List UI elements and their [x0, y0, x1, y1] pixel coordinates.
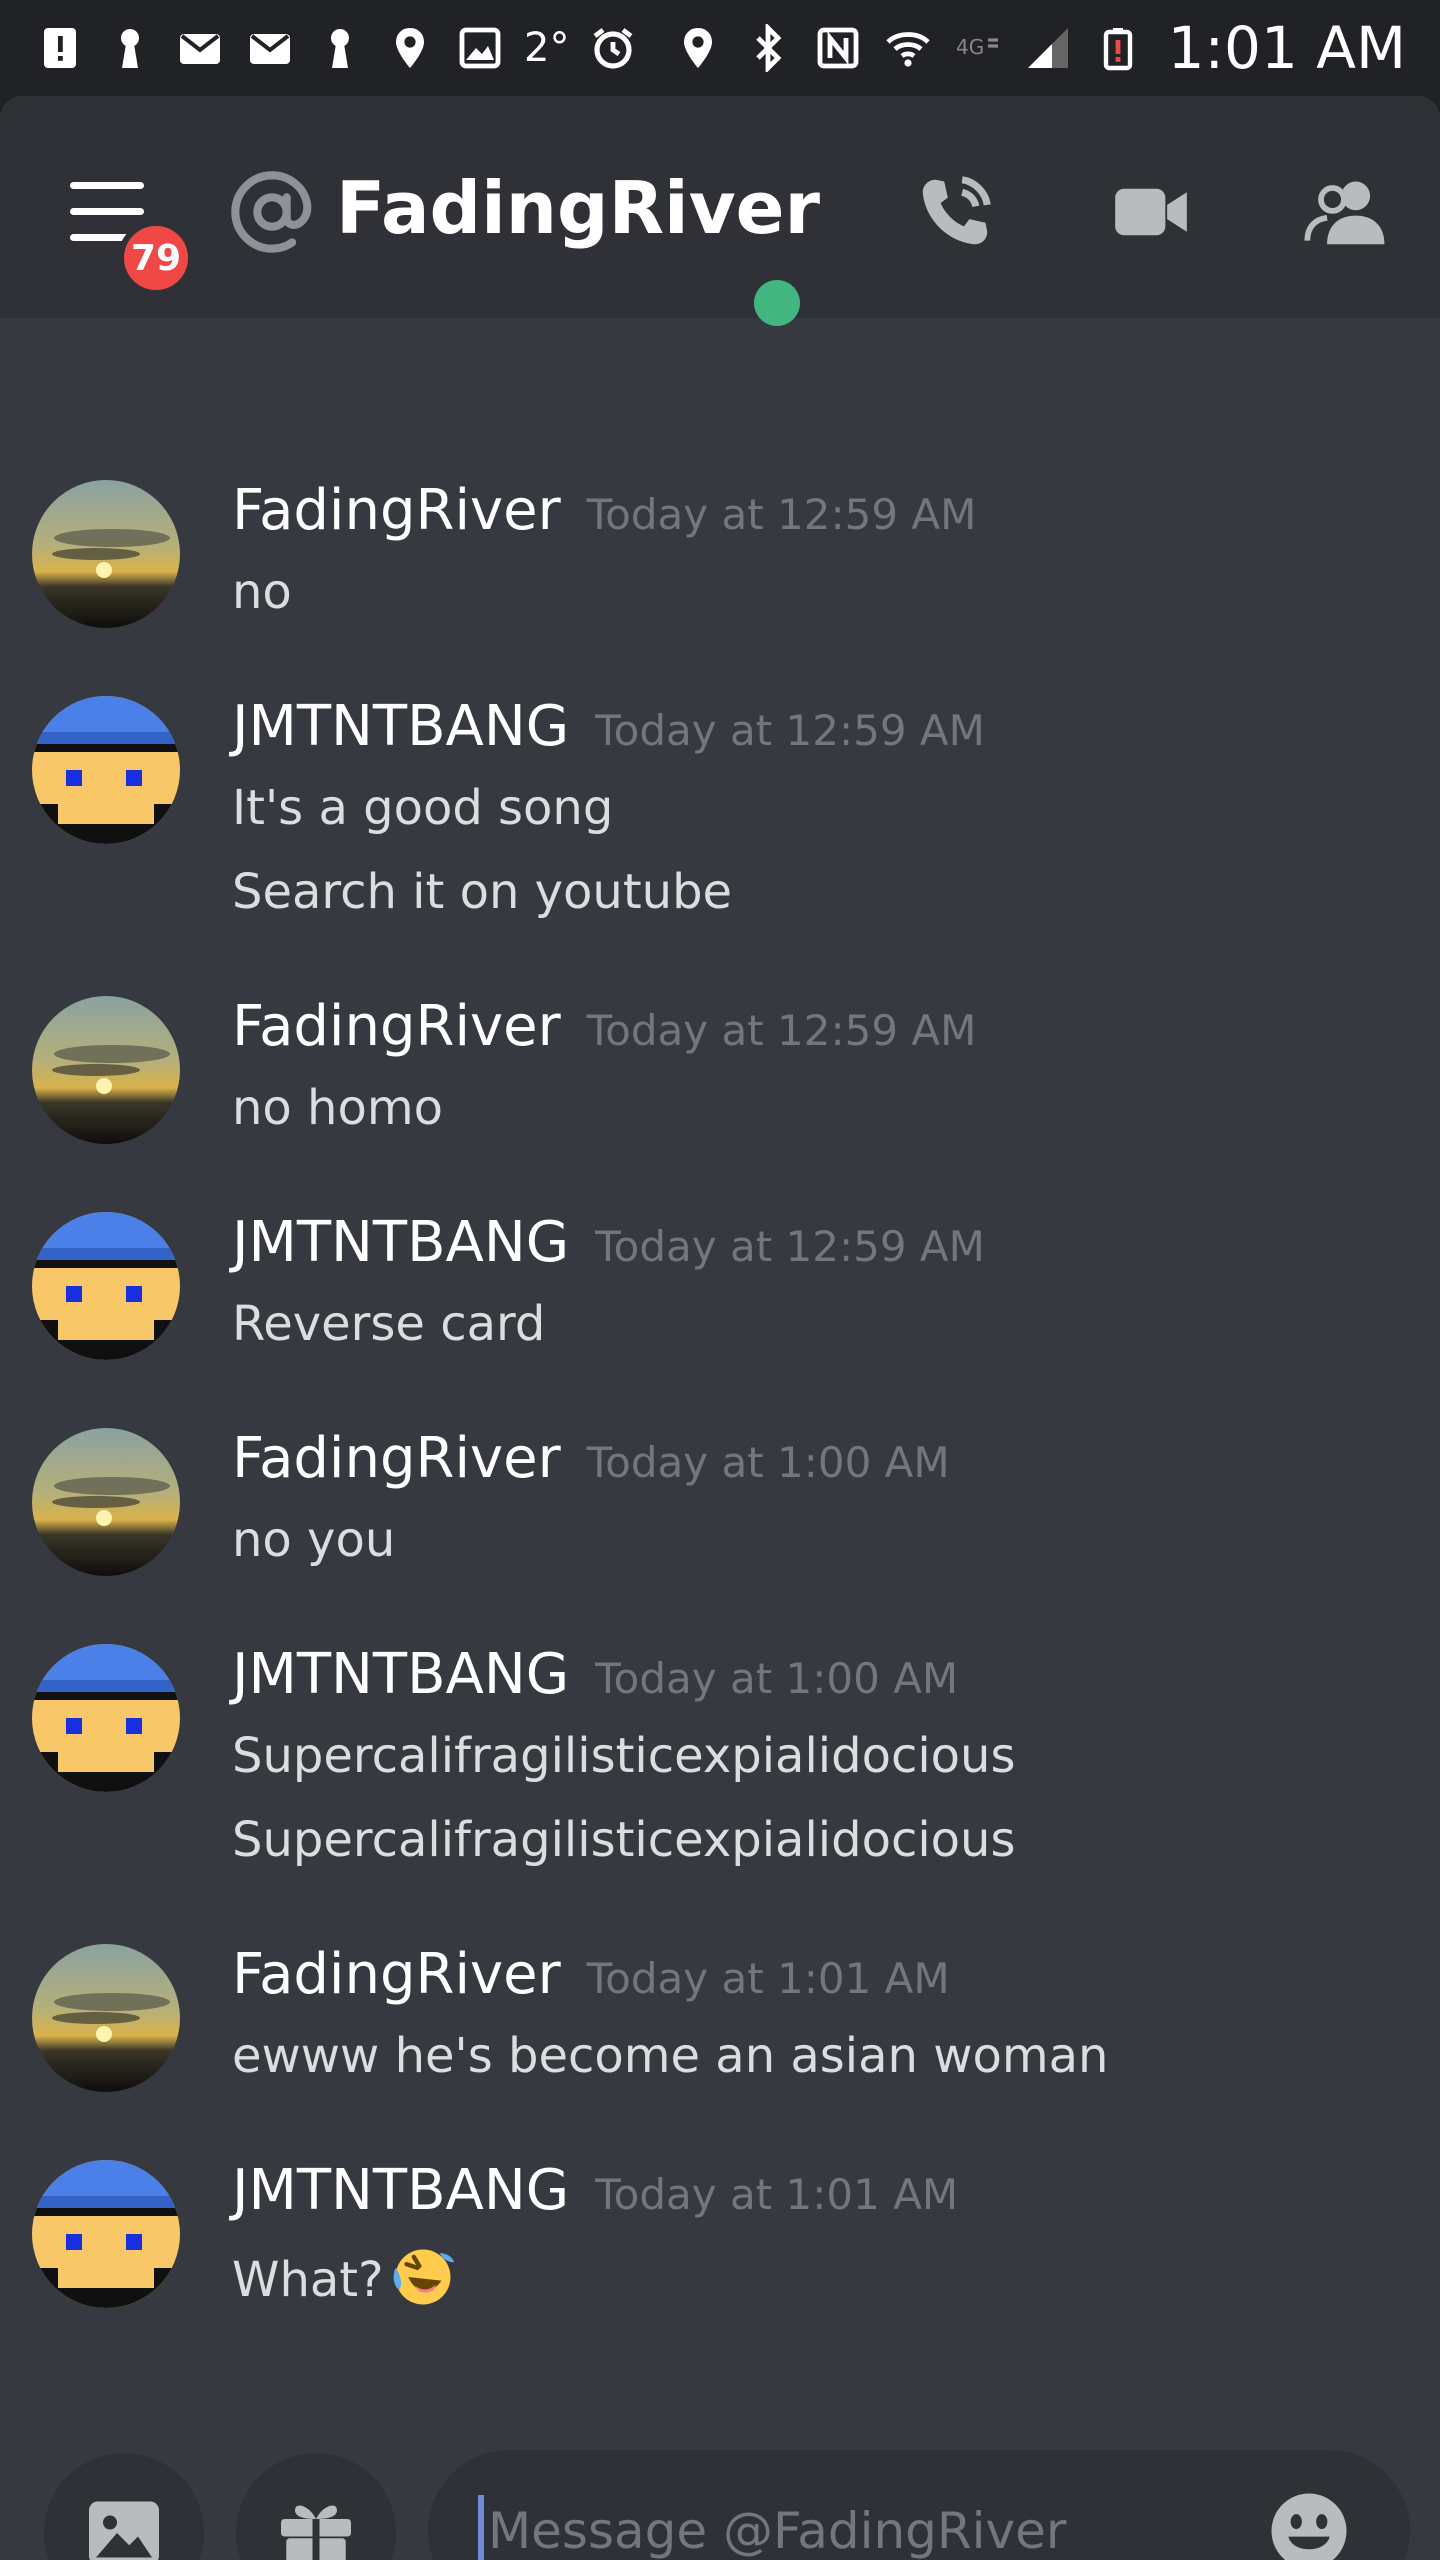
message-author[interactable]: JMTNTBANG Today at 1:01 AM: [232, 2158, 958, 2223]
message-text: ewww he's become an asian woman: [232, 2028, 1109, 2084]
gift-button[interactable]: [236, 2453, 396, 2560]
message-text: Search it on youtube: [232, 864, 733, 920]
avatar[interactable]: [32, 996, 180, 1144]
emoji-picker-button[interactable]: [1264, 2486, 1354, 2560]
message-timestamp: Today at 12:59 AM: [586, 490, 977, 539]
alarm-clock-icon: [587, 22, 639, 74]
message-text: no you: [232, 1512, 396, 1568]
keyhole-icon: [104, 22, 156, 74]
location-icon: [384, 22, 436, 74]
message-text: Supercalifragilisticexpialidocious: [232, 1728, 1016, 1784]
svg-text:4G: 4G: [956, 35, 984, 59]
unread-badge: 79: [118, 220, 194, 296]
pixel-face-avatar-image: [32, 1212, 180, 1360]
message-author[interactable]: FadingRiver Today at 12:59 AM: [232, 994, 976, 1059]
image-icon: [89, 2501, 159, 2560]
message-author[interactable]: FadingRiver Today at 12:59 AM: [232, 478, 976, 543]
message-timestamp: Today at 1:00 AM: [595, 1654, 959, 1703]
voice-call-button[interactable]: [900, 162, 1010, 262]
message-composer: Message @FadingRiver: [0, 2378, 1440, 2560]
4g-lte-icon: 4G: [952, 22, 1004, 74]
avatar[interactable]: [32, 1644, 180, 1792]
pixel-face-avatar-image: [32, 1644, 180, 1792]
avatar[interactable]: [32, 2160, 180, 2308]
text-caret: [478, 2495, 484, 2560]
mail-icon: [174, 22, 226, 74]
sunset-avatar-image: [32, 1428, 180, 1576]
avatar[interactable]: [32, 1944, 180, 2092]
gift-icon: [281, 2505, 351, 2560]
message-timestamp: Today at 1:01 AM: [586, 1954, 950, 2003]
author-name[interactable]: JMTNTBANG: [232, 694, 569, 759]
mail-icon: [244, 22, 296, 74]
message-author[interactable]: JMTNTBANG Today at 12:59 AM: [232, 694, 985, 759]
avatar[interactable]: [32, 696, 180, 844]
message-list[interactable]: FadingRiver Today at 12:59 AM no JMTNTBAN…: [0, 318, 1440, 2378]
avatar[interactable]: [32, 480, 180, 628]
emoji-icon: [1271, 2493, 1347, 2560]
bluetooth-icon: [742, 22, 794, 74]
message-text: no: [232, 564, 292, 620]
attach-image-button[interactable]: [44, 2453, 204, 2560]
message-timestamp: Today at 1:00 AM: [586, 1438, 950, 1487]
alert-icon: [34, 22, 86, 74]
wifi-icon: [882, 22, 934, 74]
signal-icon: [1022, 22, 1074, 74]
clock: 1:01 AM: [1167, 14, 1406, 82]
message-timestamp: Today at 12:59 AM: [595, 1222, 985, 1271]
image-icon: [454, 22, 506, 74]
message-text: Supercalifragilisticexpialidocious: [232, 1812, 1016, 1868]
message-timestamp: Today at 1:01 AM: [595, 2170, 959, 2219]
status-bar: 2° 4G 1:01 AM: [0, 0, 1440, 96]
pixel-face-avatar-image: [32, 696, 180, 844]
author-name[interactable]: JMTNTBANG: [232, 2158, 569, 2223]
message-input-placeholder: Message @FadingRiver: [488, 2502, 1067, 2560]
message-text: no homo: [232, 1080, 443, 1136]
menu-line: [70, 208, 144, 215]
avatar[interactable]: [32, 1428, 180, 1576]
author-name[interactable]: FadingRiver: [232, 1426, 561, 1491]
sunset-avatar-image: [32, 480, 180, 628]
message-input[interactable]: Message @FadingRiver: [428, 2450, 1410, 2560]
message-text-content: What?: [232, 2252, 384, 2308]
battery-low-icon: [1092, 22, 1144, 74]
pixel-face-avatar-image: [32, 2160, 180, 2308]
page-title: FadingRiver: [336, 166, 820, 250]
dm-screen: 79 FadingRiver FadingRiver Today at 12:59…: [0, 96, 1440, 2560]
message-text: Reverse card: [232, 1296, 546, 1352]
sunset-avatar-image: [32, 996, 180, 1144]
author-name[interactable]: FadingRiver: [232, 478, 561, 543]
sunset-avatar-image: [32, 1944, 180, 2092]
message-author[interactable]: FadingRiver Today at 1:00 AM: [232, 1426, 950, 1491]
message-author[interactable]: JMTNTBANG Today at 12:59 AM: [232, 1210, 985, 1275]
menu-line: [70, 182, 144, 189]
location-icon: [672, 22, 724, 74]
members-button[interactable]: [1290, 162, 1400, 262]
message-author[interactable]: JMTNTBANG Today at 1:00 AM: [232, 1642, 958, 1707]
nfc-icon: [812, 22, 864, 74]
avatar[interactable]: [32, 1212, 180, 1360]
author-name[interactable]: FadingRiver: [232, 994, 561, 1059]
channel-header: 79 FadingRiver: [0, 96, 1440, 326]
message-author[interactable]: FadingRiver Today at 1:01 AM: [232, 1942, 950, 2007]
message-text: It's a good song: [232, 780, 614, 836]
video-call-button[interactable]: [1096, 162, 1206, 262]
status-bar-left: 2°: [34, 18, 639, 78]
video-icon: [1115, 188, 1187, 236]
author-name[interactable]: JMTNTBANG: [232, 1210, 569, 1275]
message-text: What?: [232, 2244, 456, 2310]
rolling-on-floor-laughing-icon: [393, 2249, 454, 2305]
message-timestamp: Today at 12:59 AM: [586, 1006, 977, 1055]
message-timestamp: Today at 12:59 AM: [595, 706, 985, 755]
call-icon: [922, 176, 991, 245]
author-name[interactable]: FadingRiver: [232, 1942, 561, 2007]
at-sign-icon: [228, 168, 316, 256]
temperature: 2°: [524, 25, 570, 71]
menu-button[interactable]: 79: [70, 182, 194, 296]
author-name[interactable]: JMTNTBANG: [232, 1642, 569, 1707]
members-icon: [1304, 181, 1385, 245]
keyhole-icon: [314, 22, 366, 74]
status-bar-right: 4G 1:01 AM: [672, 14, 1406, 82]
